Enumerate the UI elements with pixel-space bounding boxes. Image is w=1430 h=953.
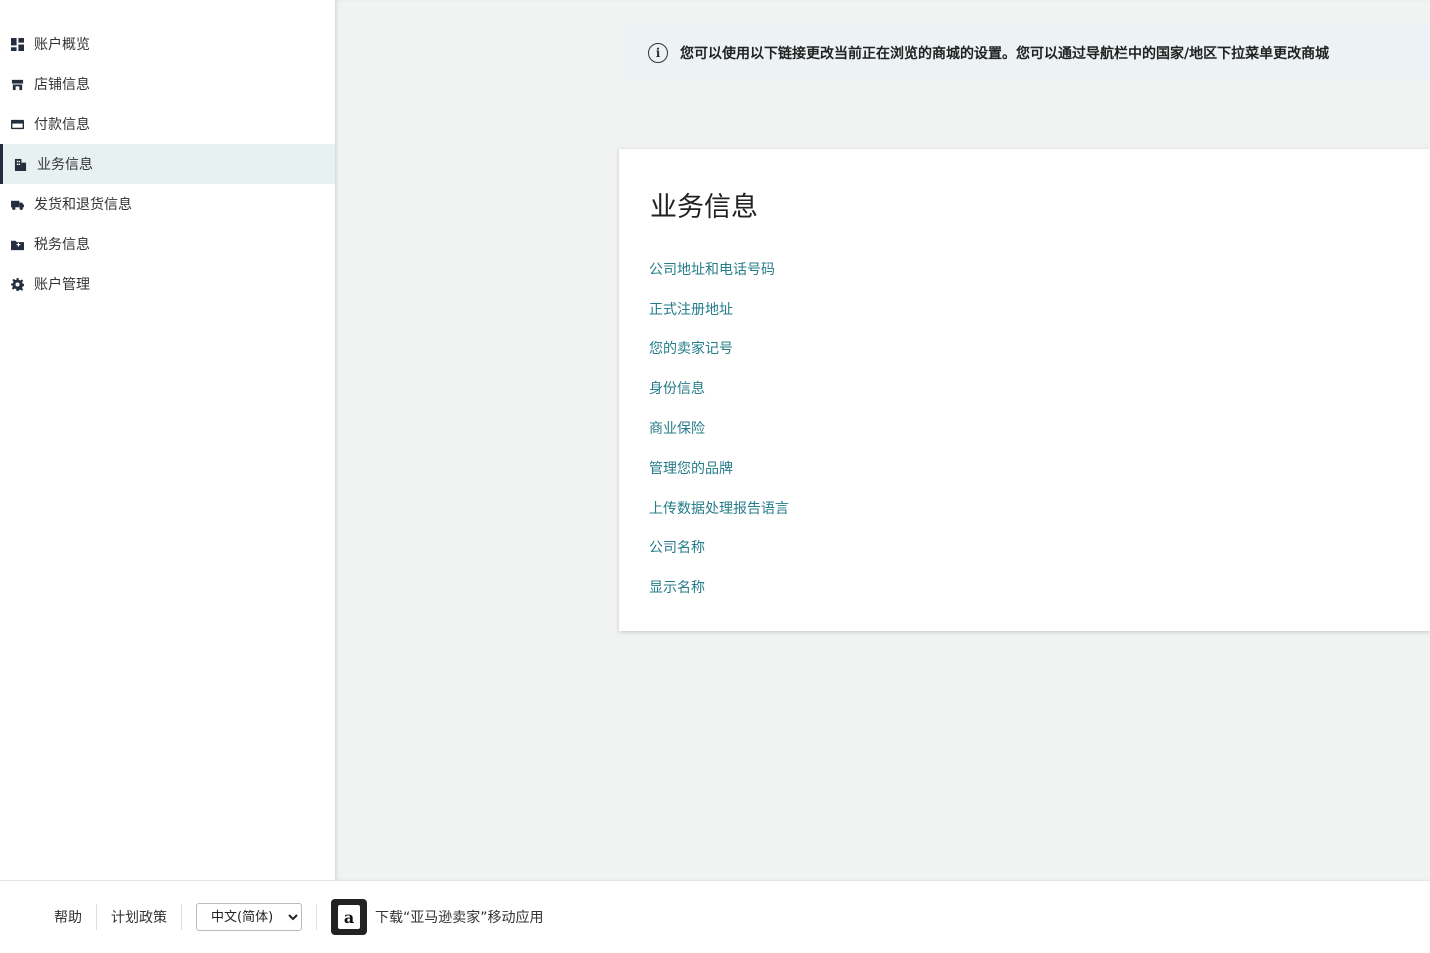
link-display-name[interactable]: 显示名称	[649, 567, 789, 607]
dashboard-icon	[10, 37, 24, 51]
credit-card-icon	[10, 117, 24, 131]
download-app-link[interactable]: 下载“亚马逊卖家”移动应用	[375, 907, 544, 927]
page-title: 业务信息	[650, 185, 758, 224]
footer-divider	[316, 904, 317, 930]
main-content: i 您可以使用以下链接更改当前正在浏览的商城的设置。您可以通过导航栏中的国家/地…	[335, 0, 1430, 880]
business-info-card: 业务信息 公司地址和电话号码 正式注册地址 您的卖家记号 身份信息 商业保险 管…	[619, 149, 1430, 631]
link-business-insurance[interactable]: 商业保险	[649, 408, 789, 448]
sidebar-item-tax-info[interactable]: 税务信息	[0, 224, 335, 264]
language-select[interactable]: 中文(简体)	[196, 903, 302, 931]
truck-icon	[10, 197, 24, 211]
app-root: 账户概览 店铺信息 付款信息 业务信息	[0, 0, 1430, 953]
sidebar: 账户概览 店铺信息 付款信息 业务信息	[0, 0, 335, 880]
sidebar-item-account-overview[interactable]: 账户概览	[0, 24, 335, 64]
info-banner: i 您可以使用以下链接更改当前正在浏览的商城的设置。您可以通过导航栏中的国家/地…	[620, 24, 1430, 82]
sidebar-item-label: 业务信息	[37, 154, 93, 174]
amazon-bag-icon: a	[338, 905, 360, 929]
link-manage-brand[interactable]: 管理您的品牌	[649, 448, 789, 488]
sidebar-item-label: 账户管理	[34, 274, 90, 294]
sidebar-item-store-info[interactable]: 店铺信息	[0, 64, 335, 104]
building-icon	[13, 157, 27, 171]
business-info-links: 公司地址和电话号码 正式注册地址 您的卖家记号 身份信息 商业保险 管理您的品牌…	[649, 249, 789, 607]
sidebar-item-label: 发货和退货信息	[34, 194, 132, 214]
sidebar-item-label: 账户概览	[34, 34, 90, 54]
footer: 帮助 计划政策 中文(简体) a 下载“亚马逊卖家”移动应用	[0, 880, 1430, 953]
sidebar-item-account-management[interactable]: 账户管理	[0, 264, 335, 304]
program-policy-link[interactable]: 计划政策	[111, 907, 167, 927]
sidebar-item-payment-info[interactable]: 付款信息	[0, 104, 335, 144]
help-link[interactable]: 帮助	[54, 907, 82, 927]
sidebar-item-label: 店铺信息	[34, 74, 90, 94]
amazon-seller-app-icon[interactable]: a	[331, 899, 367, 935]
info-icon: i	[648, 43, 668, 63]
sidebar-item-label: 税务信息	[34, 234, 90, 254]
footer-divider	[96, 904, 97, 930]
sidebar-item-label: 付款信息	[34, 114, 90, 134]
link-company-name[interactable]: 公司名称	[649, 528, 789, 568]
sidebar-item-business-info[interactable]: 业务信息	[0, 144, 335, 184]
link-seller-token[interactable]: 您的卖家记号	[649, 329, 789, 369]
gear-icon	[10, 277, 24, 291]
sidebar-nav: 账户概览 店铺信息 付款信息 业务信息	[0, 24, 335, 304]
link-identity-info[interactable]: 身份信息	[649, 368, 789, 408]
link-upload-data-report-language[interactable]: 上传数据处理报告语言	[649, 488, 789, 528]
store-icon	[10, 77, 24, 91]
link-company-address-phone[interactable]: 公司地址和电话号码	[649, 249, 789, 289]
sidebar-item-shipping-returns[interactable]: 发货和退货信息	[0, 184, 335, 224]
info-banner-text: 您可以使用以下链接更改当前正在浏览的商城的设置。您可以通过导航栏中的国家/地区下…	[680, 43, 1329, 63]
tax-folder-icon	[10, 237, 24, 251]
link-registered-address[interactable]: 正式注册地址	[649, 289, 789, 329]
footer-divider	[181, 904, 182, 930]
